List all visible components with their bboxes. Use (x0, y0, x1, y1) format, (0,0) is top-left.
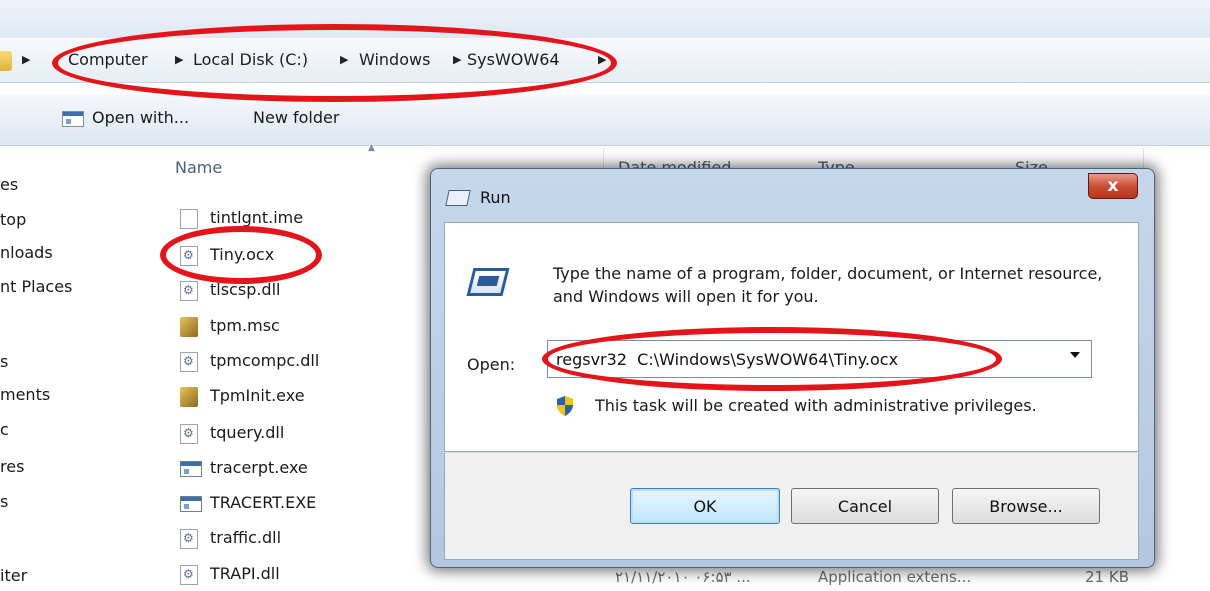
file-row-tlscsp[interactable]: tlscsp.dll (172, 275, 452, 305)
breadcrumb-separator-icon[interactable]: ▶ (340, 53, 348, 66)
dialog-prompt: Type the name of a program, folder, docu… (553, 264, 1103, 306)
msc-icon (180, 387, 198, 407)
admin-privileges-note: This task will be created with administr… (595, 396, 1037, 415)
dialog-body (444, 222, 1139, 452)
open-label: Open: (467, 355, 516, 374)
breadcrumb-computer[interactable]: Computer (68, 50, 148, 69)
run-title-icon (445, 190, 471, 206)
breadcrumb-windows[interactable]: Windows (359, 50, 430, 69)
nav-item-computer[interactable]: iter (0, 566, 27, 585)
breadcrumb-local-disk[interactable]: Local Disk (C:) (193, 50, 308, 69)
breadcrumb-syswow64[interactable]: SysWOW64 (467, 50, 560, 69)
open-command-input[interactable] (547, 340, 1092, 378)
dll-icon (180, 424, 198, 444)
file-name: tracerpt.exe (210, 458, 308, 477)
cancel-button[interactable]: Cancel (791, 488, 939, 524)
file-row-tracert[interactable]: TRACERT.EXE (172, 488, 452, 518)
run-icon (466, 268, 512, 302)
uac-shield-icon (557, 396, 573, 416)
nav-item-libraries[interactable]: s (0, 352, 8, 371)
file-row-tracerpt[interactable]: tracerpt.exe (172, 453, 452, 483)
breadcrumb-separator-icon[interactable]: ▶ (598, 53, 606, 66)
file-name: tpmcompc.dll (210, 351, 320, 370)
file-name: Tiny.ocx (210, 245, 275, 264)
dll-icon (180, 529, 198, 549)
dropdown-arrow-icon[interactable] (1070, 352, 1080, 358)
dll-icon (180, 352, 198, 372)
file-name: tquery.dll (210, 423, 285, 442)
nav-item-desktop[interactable]: top (0, 210, 26, 229)
file-row-trapi[interactable]: TRAPI.dll (172, 559, 452, 589)
breadcrumb-separator-icon[interactable]: ▶ (453, 53, 461, 66)
file-row-tpmcompc[interactable]: tpmcompc.dll (172, 346, 452, 376)
breadcrumb-separator-icon[interactable]: ▶ (22, 53, 30, 66)
window-top-strip (0, 0, 1210, 38)
nav-item-videos[interactable]: s (0, 492, 8, 511)
file-name: tlscsp.dll (210, 280, 281, 299)
file-row-tpminit[interactable]: TpmInit.exe (172, 381, 452, 411)
sort-ascending-icon: ▲ (368, 143, 375, 153)
open-with-icon (62, 111, 84, 127)
breadcrumb-separator-icon[interactable]: ▶ (175, 53, 183, 66)
exe-icon (180, 496, 202, 512)
exe-icon (180, 461, 202, 477)
file-date-modified: ۲۱/۱۱/۲۰۱۰ ۰۶:۵۳ ... (615, 568, 751, 586)
nav-item-pictures[interactable]: res (0, 457, 24, 476)
file-name: traffic.dll (210, 528, 282, 547)
file-row-tpm-msc[interactable]: tpm.msc (172, 311, 452, 341)
file-type: Application extens... (818, 568, 972, 586)
nav-item-favorites[interactable]: es (0, 175, 18, 194)
close-button[interactable]: x (1088, 173, 1138, 199)
msc-icon (180, 317, 198, 337)
nav-item-recent-places[interactable]: nt Places (0, 277, 72, 296)
open-with-button[interactable]: Open with... (92, 108, 189, 127)
dll-icon (180, 281, 198, 301)
nav-item-music[interactable]: c (0, 420, 9, 439)
ok-button[interactable]: OK (630, 488, 780, 524)
column-header-name[interactable]: Name (175, 158, 222, 177)
nav-item-downloads[interactable]: nloads (0, 243, 53, 262)
file-name: TRAPI.dll (210, 564, 280, 583)
file-row-tintlgnt[interactable]: tintlgnt.ime (172, 203, 452, 233)
file-row-tquery[interactable]: tquery.dll (172, 418, 452, 448)
file-size: 21 KB (1085, 568, 1129, 586)
dll-icon (180, 246, 198, 266)
dialog-title: Run (480, 188, 511, 207)
browse-button[interactable]: Browse... (952, 488, 1100, 524)
file-name: TpmInit.exe (210, 386, 305, 405)
file-name: tpm.msc (210, 316, 280, 335)
folder-icon (0, 51, 12, 71)
new-folder-button[interactable]: New folder (253, 108, 339, 127)
file-row-traffic[interactable]: traffic.dll (172, 523, 452, 553)
nav-item-documents[interactable]: ments (0, 385, 50, 404)
dll-icon (180, 565, 198, 585)
file-name: tintlgnt.ime (210, 208, 304, 227)
document-icon (180, 209, 198, 229)
file-row-tiny-ocx[interactable]: Tiny.ocx (172, 240, 452, 270)
file-name: TRACERT.EXE (210, 493, 317, 512)
